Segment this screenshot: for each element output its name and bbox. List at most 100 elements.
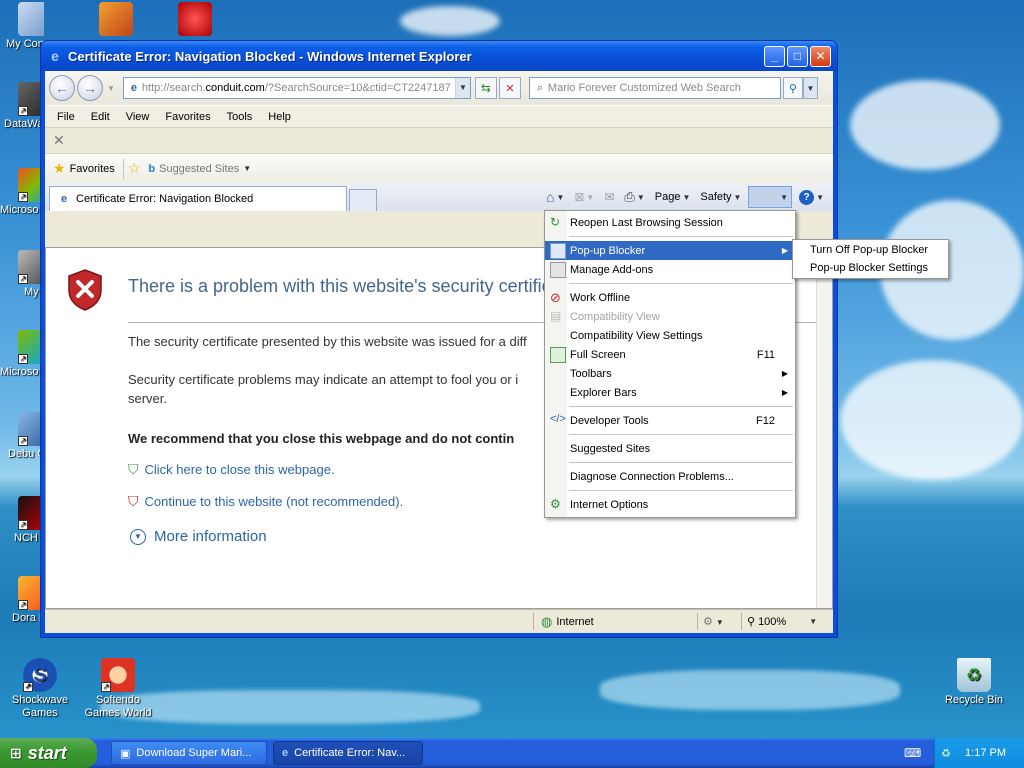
windows-logo-icon: ⊞ bbox=[10, 744, 22, 761]
menu-item-label: Toolbars bbox=[570, 367, 612, 380]
add-favorites-icon[interactable]: ☆ bbox=[128, 160, 141, 177]
favorites-button[interactable]: ★ Favorites bbox=[49, 158, 119, 179]
submenu-arrow-icon: ▶ bbox=[781, 388, 788, 397]
internet-options-icon: ⚙ bbox=[550, 497, 561, 511]
menu-item-explorer-bars[interactable]: Explorer Bars ▶ bbox=[545, 383, 795, 402]
menu-tools[interactable]: Tools bbox=[219, 111, 261, 123]
minimize-button[interactable]: _ bbox=[764, 45, 785, 67]
menu-separator bbox=[569, 462, 793, 463]
address-dropdown-button[interactable]: ▼ bbox=[454, 78, 470, 98]
tray-app-icon[interactable]: ♻ bbox=[941, 747, 951, 760]
menu-item-popup-blocker-settings[interactable]: Pop-up Blocker Settings bbox=[793, 259, 948, 277]
menu-edit[interactable]: Edit bbox=[83, 111, 118, 123]
taskbar-item-certificate-error[interactable]: e Certificate Error: Nav... bbox=[273, 741, 423, 765]
tab-certificate-error[interactable]: e Certificate Error: Navigation Blocked bbox=[49, 186, 347, 211]
suggested-sites-button[interactable]: b Suggested Sites ▼ bbox=[148, 163, 251, 175]
menu-item-suggested-sites[interactable]: Suggested Sites bbox=[545, 439, 795, 458]
feeds-button[interactable]: ⊠ ▼ bbox=[571, 186, 597, 208]
system-tray: ♻ 1:17 PM bbox=[934, 738, 1024, 768]
security-zone[interactable]: ◍ Internet bbox=[541, 614, 594, 630]
menu-item-reopen-session[interactable]: ↻ Reopen Last Browsing Session bbox=[545, 213, 795, 232]
close-toolbar-icon[interactable]: ✕ bbox=[53, 132, 65, 149]
desktop-icon-app[interactable] bbox=[155, 2, 235, 38]
help-button[interactable]: ? ▼ bbox=[796, 186, 827, 208]
ie-logo-icon: e bbox=[51, 48, 59, 64]
desktop-icon-softendo-games-world[interactable]: ↗ Softendo Games World bbox=[78, 658, 158, 720]
new-tab-button[interactable] bbox=[349, 189, 377, 211]
safety-menu-button[interactable]: Safety ▼ bbox=[697, 186, 744, 208]
menu-item-full-screen[interactable]: Full Screen F11 bbox=[545, 345, 795, 364]
cloud bbox=[850, 80, 1000, 170]
favorites-star-icon: ★ bbox=[53, 160, 66, 176]
title-bar[interactable]: e Certificate Error: Navigation Blocked … bbox=[41, 41, 837, 71]
desktop-icon-debut-capture[interactable]: ↗ Debu Captu bbox=[0, 412, 44, 461]
desktop-icon-microsoft-basic[interactable]: ↗ Microso Basi bbox=[0, 330, 44, 379]
search-go-button[interactable]: ⚲ bbox=[782, 77, 803, 99]
print-button[interactable]: ⎙ ▼ bbox=[621, 186, 647, 208]
menu-item-developer-tools[interactable]: </> Developer Tools F12 bbox=[545, 411, 795, 430]
ie-logo-icon: e bbox=[282, 747, 289, 759]
menu-item-popup-blocker[interactable]: Pop-up Blocker ▶ bbox=[545, 241, 795, 260]
vertical-scrollbar[interactable] bbox=[816, 248, 832, 608]
desktop-icon-dora-backpack[interactable]: ↗ Dora Backp bbox=[0, 576, 44, 625]
stop-icon: ✕ bbox=[505, 82, 515, 95]
back-button[interactable]: ← bbox=[49, 75, 75, 101]
compatibility-view-icon: ▤ bbox=[550, 309, 562, 323]
keyboard-icon[interactable]: ⌨ bbox=[904, 746, 921, 760]
desktop-icon-label: Shockwave Games bbox=[11, 694, 69, 719]
close-button[interactable]: ✕ bbox=[810, 45, 831, 67]
protected-mode-icon[interactable]: ⚙ ▼ bbox=[703, 615, 724, 628]
menu-separator bbox=[569, 490, 793, 491]
stop-button[interactable]: ✕ bbox=[498, 77, 521, 99]
menu-help[interactable]: Help bbox=[260, 111, 299, 123]
desktop-icon-my-computer[interactable]: My Com bbox=[0, 2, 44, 51]
page-menu-button[interactable]: Page ▼ bbox=[652, 186, 694, 208]
continue-website-link[interactable]: ⛉ Continue to this website (not recommen… bbox=[128, 493, 403, 510]
menu-file[interactable]: File bbox=[49, 111, 83, 123]
desktop-icon-my[interactable]: ↗ My bbox=[0, 250, 44, 299]
maximize-button[interactable]: □ bbox=[787, 45, 808, 67]
close-webpage-link[interactable]: ⛉ Click here to close this webpage. bbox=[128, 461, 335, 478]
desktop-icon-label: Microso Basi bbox=[0, 366, 44, 378]
menu-item-compatibility-view-settings[interactable]: Compatibility View Settings bbox=[545, 326, 795, 345]
taskbar-item-download[interactable]: ▣ Download Super Mari... bbox=[111, 741, 267, 765]
clock[interactable]: 1:17 PM bbox=[965, 747, 1006, 759]
desktop-icon-microsoft-cpp[interactable]: ↗ Microso C++ bbox=[0, 168, 44, 217]
bing-icon: b bbox=[148, 162, 156, 175]
desktop-icon-datawa[interactable]: ↗ DataWa bbox=[0, 82, 44, 131]
menu-item-turn-off-popup-blocker[interactable]: Turn Off Pop-up Blocker bbox=[793, 241, 948, 259]
menu-item-label: Reopen Last Browsing Session bbox=[570, 216, 723, 229]
desktop-icon-recycle-bin[interactable]: ♻ Recycle Bin bbox=[934, 658, 1014, 707]
desktop-icon-label: Microso C++ bbox=[0, 204, 44, 216]
cert-warning-text: Security certificate problems may indica… bbox=[128, 372, 519, 387]
menu-separator bbox=[569, 236, 793, 237]
menu-favorites[interactable]: Favorites bbox=[157, 111, 218, 123]
cloud bbox=[840, 360, 1024, 480]
full-screen-icon bbox=[550, 347, 566, 363]
search-options-dropdown[interactable]: ▼ bbox=[802, 77, 818, 99]
chevron-down-icon: ▼ bbox=[733, 192, 742, 202]
menu-view[interactable]: View bbox=[118, 111, 158, 123]
read-mail-button[interactable]: ✉ bbox=[601, 186, 617, 208]
menu-item-label: Compatibility View Settings bbox=[570, 329, 703, 342]
menu-item-diagnose-connection[interactable]: Diagnose Connection Problems... bbox=[545, 467, 795, 486]
address-bar[interactable]: e http://search. conduit.com/?SearchSourc… bbox=[122, 77, 471, 99]
menu-item-toolbars[interactable]: Toolbars ▶ bbox=[545, 364, 795, 383]
menu-item-work-offline[interactable]: ⊘ Work Offline bbox=[545, 288, 795, 307]
zoom-level-button[interactable]: ⚲ 100% ▼ bbox=[747, 615, 817, 629]
home-button[interactable]: ⌂ ▼ bbox=[543, 186, 567, 208]
menu-item-internet-options[interactable]: ⚙ Internet Options bbox=[545, 495, 795, 514]
desktop-icon-shockwave-games[interactable]: S ↗ Shockwave Games bbox=[0, 658, 80, 720]
refresh-button[interactable]: ⇆ bbox=[474, 77, 497, 99]
more-information-toggle[interactable]: ▼ More information bbox=[130, 528, 267, 545]
tools-menu-button[interactable]: Tools ▼ bbox=[748, 186, 793, 208]
desktop-icon-nch[interactable]: ↗ NCH bbox=[0, 496, 44, 545]
search-input[interactable]: ⌕ Mario Forever Customized Web Search bbox=[528, 77, 781, 99]
desktop-icon-app[interactable] bbox=[76, 2, 156, 38]
menu-item-manage-addons[interactable]: Manage Add-ons bbox=[545, 260, 795, 279]
recent-pages-dropdown[interactable]: ▼ bbox=[107, 84, 115, 93]
forward-button[interactable]: → bbox=[77, 75, 103, 101]
start-button[interactable]: ⊞ start bbox=[0, 738, 97, 768]
globe-icon: ◍ bbox=[541, 613, 553, 629]
divider bbox=[741, 613, 742, 630]
